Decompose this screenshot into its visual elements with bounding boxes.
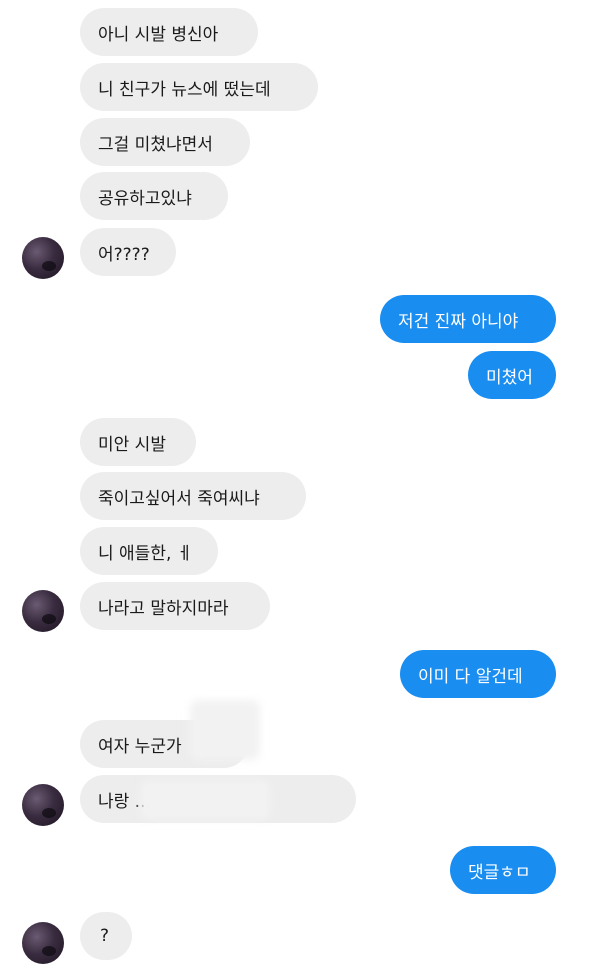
avatar[interactable] — [22, 922, 64, 964]
incoming-message: ? — [80, 912, 132, 960]
redaction-smudge — [190, 700, 260, 760]
outgoing-message: 저건 진짜 아니야 — [380, 295, 556, 343]
outgoing-message: 댓글ㅎㅁ — [450, 846, 556, 894]
redaction-smudge — [140, 780, 270, 820]
incoming-message: 죽이고싶어서 죽여씨냐 — [80, 472, 306, 520]
avatar[interactable] — [22, 590, 64, 632]
incoming-message: 아니 시발 병신아 — [80, 8, 258, 56]
outgoing-message: 이미 다 알건데 — [400, 650, 556, 698]
incoming-message: 미안 시발 — [80, 418, 196, 466]
incoming-message: 공유하고있냐 — [80, 172, 228, 220]
incoming-message: 니 친구가 뉴스에 떴는데 — [80, 63, 318, 111]
avatar[interactable] — [22, 784, 64, 826]
incoming-message: 나라고 말하지마라 — [80, 582, 270, 630]
incoming-message: 어???? — [80, 228, 176, 276]
avatar[interactable] — [22, 237, 64, 279]
incoming-message: 니 애들한, ㅔ — [80, 527, 218, 575]
outgoing-message: 미쳤어 — [468, 351, 556, 399]
incoming-message: 그걸 미쳤냐면서 — [80, 118, 250, 166]
